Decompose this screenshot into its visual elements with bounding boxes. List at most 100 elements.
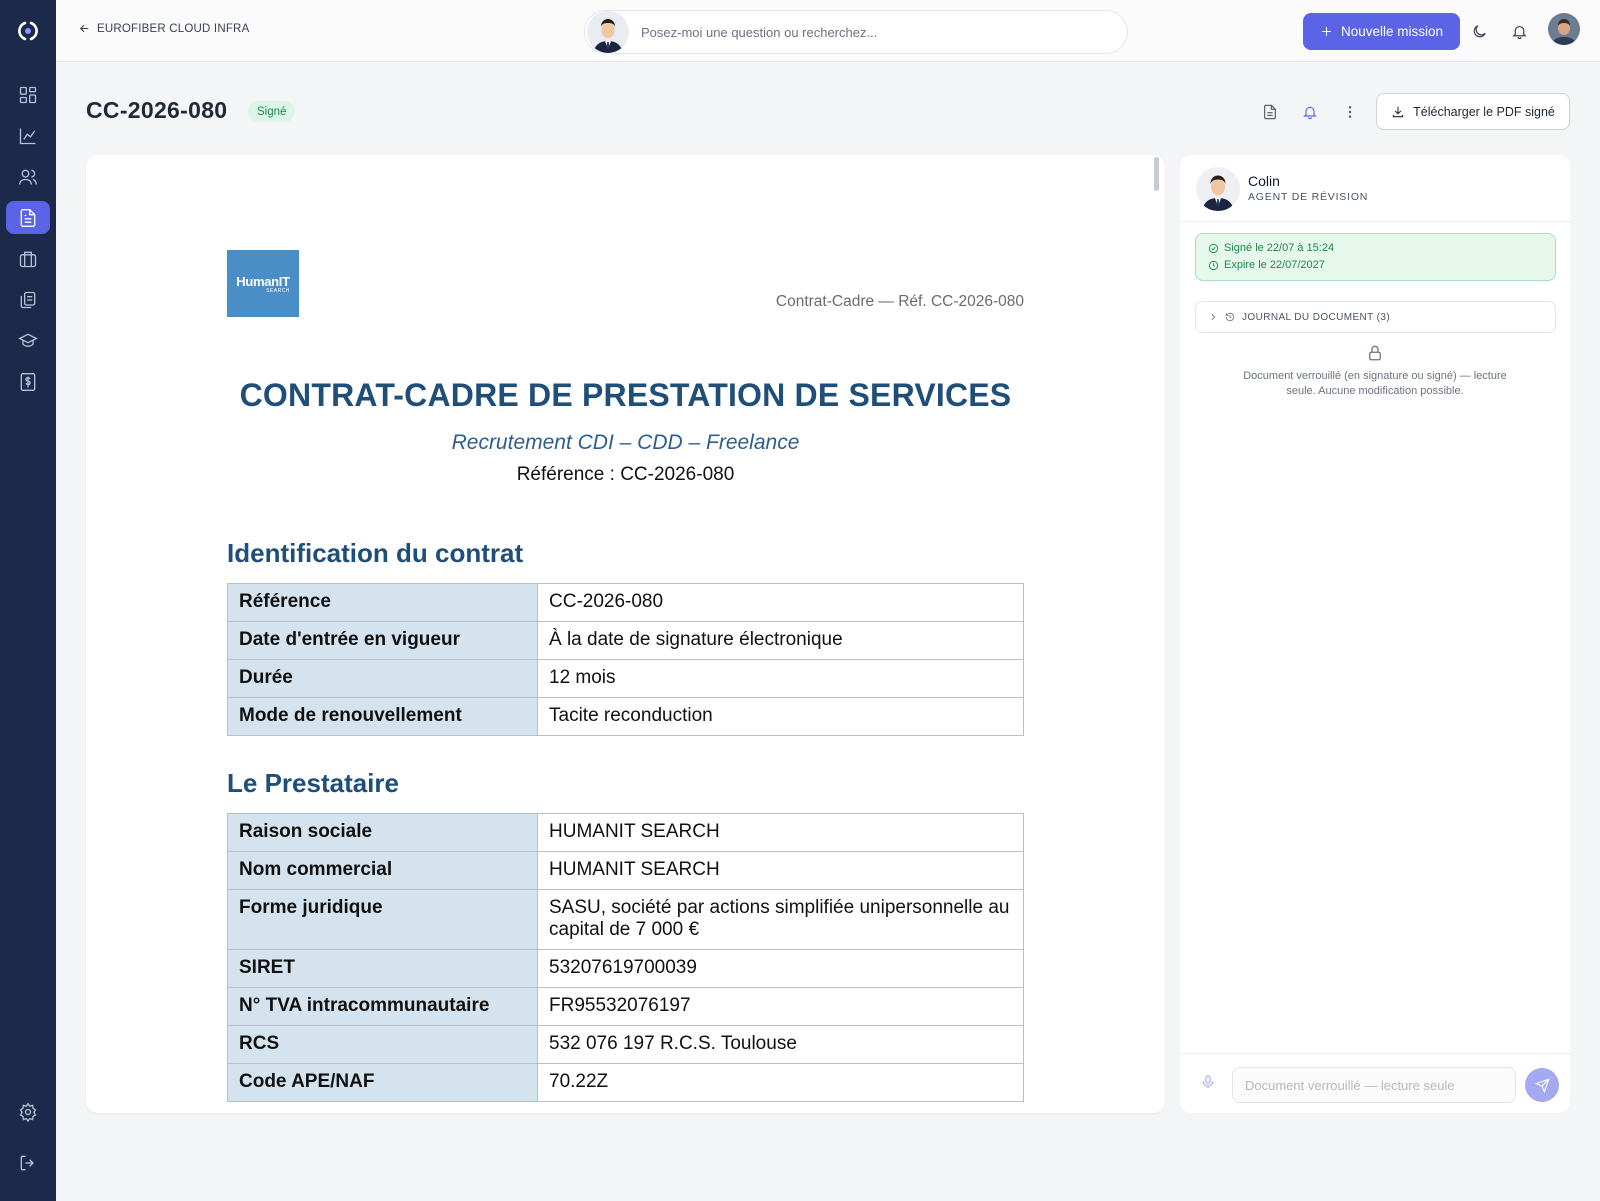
sidebar-item-files[interactable] [6, 283, 50, 316]
document-page: HumanIT SEARCH Contrat-Cadre — Réf. CC-2… [227, 250, 1024, 1102]
logout-icon [20, 1155, 34, 1170]
send-icon [1534, 1077, 1550, 1093]
table-value-cell: SASU, société par actions simplifiée uni… [537, 889, 1024, 950]
sidebar-item-documents[interactable] [6, 201, 50, 234]
table-row: Durée 12 mois [227, 659, 1024, 698]
notifications-button[interactable] [1508, 20, 1530, 42]
dashboard-icon [19, 86, 37, 103]
table-row: Raison sociale HUMANIT SEARCH [227, 813, 1024, 852]
sidebar-item-settings[interactable] [6, 1095, 50, 1128]
table-value-cell: 53207619700039 [537, 949, 1024, 988]
table-value-cell: 70.22Z [537, 1063, 1024, 1102]
signed-date-line: Signé le 22/07 à 15:24 [1208, 240, 1555, 257]
table-key-cell: Raison sociale [227, 813, 538, 852]
table-row: Mode de renouvellement Tacite reconductio… [227, 697, 1024, 736]
document-viewer[interactable]: HumanIT SEARCH Contrat-Cadre — Réf. CC-2… [86, 155, 1165, 1113]
download-pdf-label: Télécharger le PDF signé [1413, 104, 1555, 119]
journal-label: JOURNAL DU DOCUMENT (3) [1242, 311, 1391, 323]
table-row: N° TVA intracommunautaire FR95532076197 [227, 987, 1024, 1026]
table-value-cell: FR95532076197 [537, 987, 1024, 1026]
table-value-cell: HUMANIT SEARCH [537, 813, 1024, 852]
search-input[interactable] [641, 24, 1081, 40]
arrow-left-icon [79, 24, 89, 33]
assistant-avatar [587, 11, 629, 53]
chat-input[interactable] [1232, 1067, 1516, 1103]
section-provider-title: Le Prestataire [227, 768, 399, 798]
table-row: Code APE/NAF 70.22Z [227, 1063, 1024, 1102]
microphone-icon[interactable] [1200, 1074, 1216, 1090]
sidebar-item-training[interactable] [6, 324, 50, 357]
table-key-cell: N° TVA intracommunautaire [227, 987, 538, 1026]
table-value-cell: HUMANIT SEARCH [537, 851, 1024, 890]
dark-mode-toggle[interactable] [1468, 20, 1490, 42]
document-journal-toggle[interactable]: JOURNAL DU DOCUMENT (3) [1195, 301, 1556, 333]
sidebar-item-analytics[interactable] [6, 119, 50, 152]
lock-icon [1366, 344, 1384, 362]
status-badge: Signé [248, 101, 296, 122]
settings-icon [19, 1101, 37, 1122]
contract-subtitle: Recrutement CDI – CDD – Freelance [451, 431, 800, 454]
download-icon [1392, 106, 1404, 117]
agent-avatar [1196, 167, 1240, 211]
signature-status: Signé le 22/07 à 15:24 Expire le 22/07/2… [1195, 233, 1556, 281]
files-icon [20, 291, 36, 308]
analytics-icon [19, 128, 36, 144]
check-circle-icon [1208, 243, 1219, 254]
table-value-cell: 532 076 197 R.C.S. Toulouse [537, 1025, 1024, 1064]
table-row: Forme juridique SASU, société par actions… [227, 889, 1024, 950]
table-row: Date d'entrée en vigueur À la date de sig… [227, 621, 1024, 660]
table-key-cell: Forme juridique [227, 889, 538, 950]
sidebar-item-logout[interactable] [6, 1146, 50, 1179]
document-header-reference: Contrat-Cadre — Réf. CC-2026-080 [775, 293, 1024, 310]
moon-icon [1473, 24, 1486, 37]
bell-icon [1511, 25, 1527, 39]
agent-name: Colin [1248, 173, 1280, 189]
users-icon [19, 169, 37, 185]
document-alerts-button[interactable] [1296, 98, 1324, 126]
sidebar-item-billing[interactable] [6, 365, 50, 398]
more-options-button[interactable] [1336, 98, 1364, 126]
table-value-cell: À la date de signature électronique [537, 621, 1024, 660]
back-link[interactable]: EUROFIBER CLOUD INFRA [78, 22, 249, 35]
more-vertical-icon [1348, 106, 1352, 118]
contract-reference: Référence : CC-2026-080 [516, 464, 735, 485]
company-logo: HumanIT SEARCH [227, 250, 299, 317]
sidebar-item-dashboard[interactable] [6, 78, 50, 111]
chat-composer [1180, 1053, 1570, 1113]
agent-panel: Colin AGENT DE RÉVISION Signé le 22/07 à… [1180, 155, 1570, 1113]
sidebar [0, 0, 56, 1201]
agent-role: AGENT DE RÉVISION [1248, 191, 1369, 203]
table-value-cell: CC-2026-080 [537, 583, 1024, 622]
topbar: EUROFIBER CLOUD INFRA Nouvelle mission [56, 0, 1600, 62]
signed-date: Signé le 22/07 à 15:24 [1224, 242, 1335, 254]
plus-icon [1322, 27, 1331, 36]
search-box[interactable] [584, 10, 1128, 54]
page-title: CC-2026-080 [86, 97, 228, 123]
briefcase-icon [19, 251, 37, 267]
view-document-button[interactable] [1256, 98, 1284, 126]
graduation-cap-icon [18, 333, 38, 347]
new-mission-button[interactable]: Nouvelle mission [1303, 13, 1460, 50]
send-button[interactable] [1525, 1068, 1559, 1102]
table-key-cell: Nom commercial [227, 851, 538, 890]
download-pdf-button[interactable]: Télécharger le PDF signé [1376, 93, 1570, 130]
app-logo[interactable] [0, 0, 56, 62]
user-avatar[interactable] [1548, 13, 1580, 45]
identification-table: Référence CC-2026-080 Date d'entrée en vig… [227, 583, 1024, 736]
logo-text: HumanIT [236, 273, 290, 289]
contract-title: CONTRAT-CADRE DE PRESTATION DE SERVICES [239, 377, 1012, 413]
logo-subtext: SEARCH [266, 287, 290, 294]
locked-message: Document verrouillé (en signature ou sig… [1243, 370, 1507, 397]
document-scrollbar[interactable] [1154, 157, 1159, 191]
table-key-cell: Date d'entrée en vigueur [227, 621, 538, 660]
table-row: RCS 532 076 197 R.C.S. Toulouse [227, 1025, 1024, 1064]
clock-icon [1208, 260, 1219, 271]
agent-header: Colin AGENT DE RÉVISION [1180, 155, 1570, 222]
table-key-cell: RCS [227, 1025, 538, 1064]
section-identification-title: Identification du contrat [227, 538, 524, 568]
table-value-cell: 12 mois [537, 659, 1024, 698]
sidebar-item-missions[interactable] [6, 242, 50, 275]
expiry-date-line: Expire le 22/07/2027 [1208, 257, 1555, 274]
table-row: Nom commercial HUMANIT SEARCH [227, 851, 1024, 890]
sidebar-item-users[interactable] [6, 160, 50, 193]
